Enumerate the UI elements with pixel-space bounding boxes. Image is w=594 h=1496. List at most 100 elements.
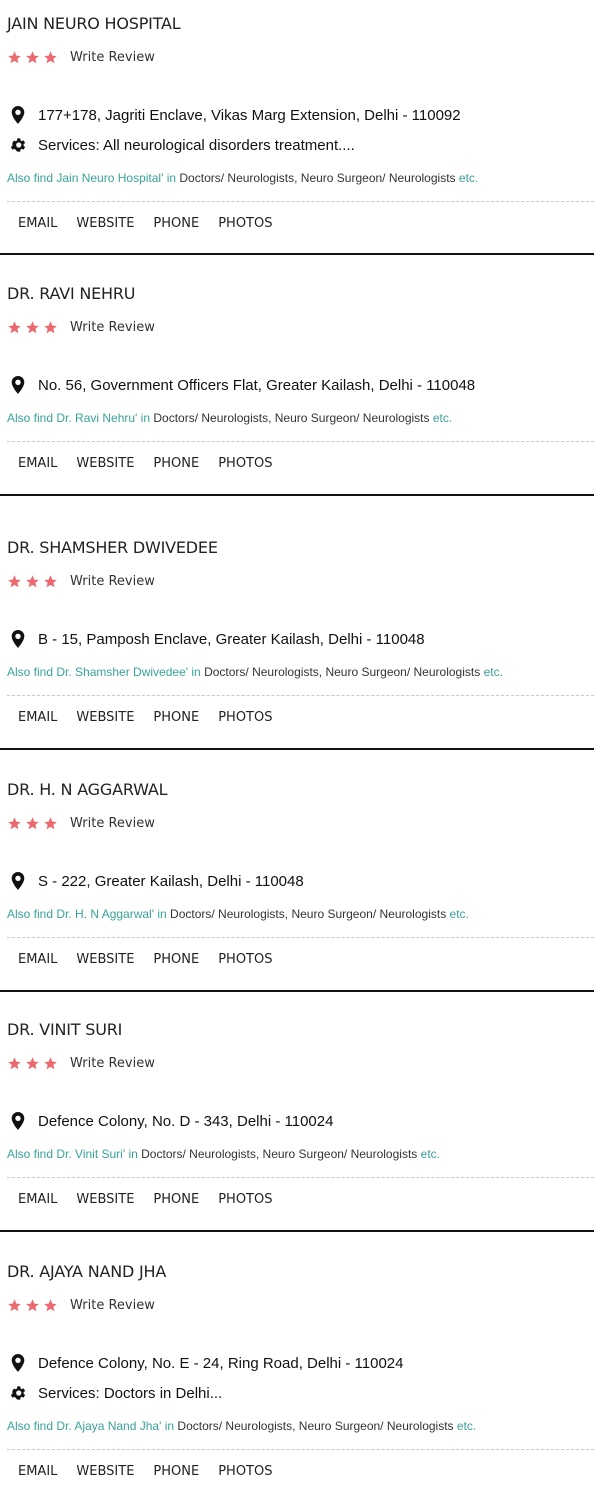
- services-row: Services: Doctors in Delhi...: [9, 1383, 222, 1403]
- listing-divider: [0, 748, 594, 750]
- services-text: Services: Doctors in Delhi...: [38, 1384, 223, 1402]
- also-find-name: Dr. Ravi Nehru': [56, 411, 138, 425]
- separator: ,: [255, 1147, 263, 1161]
- website-button[interactable]: WEBSITE: [76, 1192, 134, 1207]
- phone-button[interactable]: PHONE: [153, 952, 199, 967]
- category-link[interactable]: Doctors/ Neurologists: [204, 665, 319, 679]
- phone-button[interactable]: PHONE: [153, 710, 199, 725]
- address-row: B - 15, Pamposh Enclave, Greater Kailash…: [9, 629, 425, 649]
- etc-link[interactable]: etc.: [450, 907, 469, 921]
- listing-name[interactable]: DR. AJAYA NAND JHA: [7, 1262, 166, 1281]
- category-link[interactable]: Neuro Surgeon/ Neurologists: [301, 171, 456, 185]
- also-find-prefix: Also find: [7, 171, 57, 185]
- rating: Write Review: [7, 1297, 155, 1313]
- action-bar: EMAIL WEBSITE PHONE PHOTOS: [18, 1464, 291, 1479]
- dashed-divider: [7, 441, 594, 442]
- listing-divider: [0, 253, 594, 255]
- address-row: Defence Colony, No. E - 24, Ring Road, D…: [9, 1353, 403, 1373]
- write-review-link[interactable]: Write Review: [70, 50, 155, 65]
- category-link[interactable]: Doctors/ Neurologists: [179, 171, 294, 185]
- email-button[interactable]: EMAIL: [18, 1192, 57, 1207]
- also-find-name: Dr. Vinit Suri': [56, 1147, 126, 1161]
- etc-link[interactable]: etc.: [421, 1147, 440, 1161]
- phone-button[interactable]: PHONE: [153, 456, 199, 471]
- phone-button[interactable]: PHONE: [153, 1192, 199, 1207]
- category-link[interactable]: Neuro Surgeon/ Neurologists: [291, 907, 446, 921]
- star-icon: [43, 1298, 58, 1313]
- star-icon: [25, 574, 40, 589]
- also-find-in: in: [154, 907, 171, 921]
- map-pin-icon: [9, 630, 27, 648]
- write-review-link[interactable]: Write Review: [70, 320, 155, 335]
- email-button[interactable]: EMAIL: [18, 216, 57, 231]
- also-find-line: Also find Dr. Ravi Nehru' in Doctors/ Ne…: [7, 411, 452, 425]
- star-icon: [7, 320, 22, 335]
- star-icon: [43, 320, 58, 335]
- listing-name[interactable]: DR. H. N AGGARWAL: [7, 780, 167, 799]
- dashed-divider: [7, 695, 594, 696]
- address-text: No. 56, Government Officers Flat, Greate…: [38, 376, 476, 394]
- email-button[interactable]: EMAIL: [18, 456, 57, 471]
- write-review-link[interactable]: Write Review: [70, 816, 155, 831]
- listing-name[interactable]: DR. RAVI NEHRU: [7, 284, 136, 303]
- write-review-link[interactable]: Write Review: [70, 1056, 155, 1071]
- map-pin-icon: [9, 1354, 27, 1372]
- category-link[interactable]: Doctors/ Neurologists: [141, 1147, 256, 1161]
- separator: ,: [292, 1419, 299, 1433]
- also-find-line: Also find Dr. H. N Aggarwal' in Doctors/…: [7, 907, 469, 921]
- listing-name[interactable]: DR. SHAMSHER DWIVEDEE: [7, 538, 218, 557]
- category-link[interactable]: Neuro Surgeon/ Neurologists: [275, 411, 430, 425]
- category-link[interactable]: Neuro Surgeon/ Neurologists: [263, 1147, 418, 1161]
- photos-button[interactable]: PHOTOS: [218, 952, 272, 967]
- photos-button[interactable]: PHOTOS: [218, 1464, 272, 1479]
- website-button[interactable]: WEBSITE: [76, 1464, 134, 1479]
- photos-button[interactable]: PHOTOS: [218, 456, 272, 471]
- dashed-divider: [7, 1177, 594, 1178]
- gear-icon: [9, 1384, 27, 1402]
- star-icon: [7, 1298, 22, 1313]
- also-find-in: in: [163, 171, 180, 185]
- write-review-link[interactable]: Write Review: [70, 574, 155, 589]
- photos-button[interactable]: PHOTOS: [218, 710, 272, 725]
- photos-button[interactable]: PHOTOS: [218, 1192, 272, 1207]
- website-button[interactable]: WEBSITE: [76, 952, 134, 967]
- address-text: Defence Colony, No. E - 24, Ring Road, D…: [38, 1354, 404, 1372]
- category-link[interactable]: Doctors/ Neurologists: [153, 411, 268, 425]
- services-text: Services: All neurological disorders tre…: [38, 136, 355, 154]
- also-find-prefix: Also find: [7, 907, 57, 921]
- etc-link[interactable]: etc.: [433, 411, 452, 425]
- category-link[interactable]: Doctors/ Neurologists: [177, 1419, 292, 1433]
- listing-name[interactable]: JAIN NEURO HOSPITAL: [7, 14, 181, 33]
- also-find-prefix: Also find: [7, 411, 57, 425]
- also-find-line: Also find Dr. Vinit Suri' in Doctors/ Ne…: [7, 1147, 440, 1161]
- website-button[interactable]: WEBSITE: [76, 456, 134, 471]
- website-button[interactable]: WEBSITE: [76, 216, 134, 231]
- map-pin-icon: [9, 1112, 27, 1130]
- star-icon: [43, 1056, 58, 1071]
- category-link[interactable]: Neuro Surgeon/ Neurologists: [325, 665, 480, 679]
- etc-link[interactable]: etc.: [459, 171, 478, 185]
- address-row: 177+178, Jagriti Enclave, Vikas Marg Ext…: [9, 105, 461, 125]
- category-link[interactable]: Doctors/ Neurologists: [170, 907, 285, 921]
- address-text: 177+178, Jagriti Enclave, Vikas Marg Ext…: [38, 106, 461, 124]
- category-link[interactable]: Neuro Surgeon/ Neurologists: [299, 1419, 454, 1433]
- write-review-link[interactable]: Write Review: [70, 1298, 155, 1313]
- phone-button[interactable]: PHONE: [153, 1464, 199, 1479]
- phone-button[interactable]: PHONE: [153, 216, 199, 231]
- map-pin-icon: [9, 376, 27, 394]
- listing-divider: [0, 494, 594, 496]
- email-button[interactable]: EMAIL: [18, 710, 57, 725]
- star-icon: [25, 816, 40, 831]
- rating: Write Review: [7, 815, 155, 831]
- etc-link[interactable]: etc.: [484, 665, 503, 679]
- also-find-prefix: Also find: [7, 1419, 57, 1433]
- listing-name[interactable]: DR. VINIT SURI: [7, 1020, 122, 1039]
- email-button[interactable]: EMAIL: [18, 952, 57, 967]
- photos-button[interactable]: PHOTOS: [218, 216, 272, 231]
- also-find-line: Also find Jain Neuro Hospital' in Doctor…: [7, 171, 478, 185]
- action-bar: EMAIL WEBSITE PHONE PHOTOS: [18, 216, 291, 231]
- etc-link[interactable]: etc.: [457, 1419, 476, 1433]
- email-button[interactable]: EMAIL: [18, 1464, 57, 1479]
- website-button[interactable]: WEBSITE: [76, 710, 134, 725]
- address-text: S - 222, Greater Kailash, Delhi - 110048: [38, 872, 304, 890]
